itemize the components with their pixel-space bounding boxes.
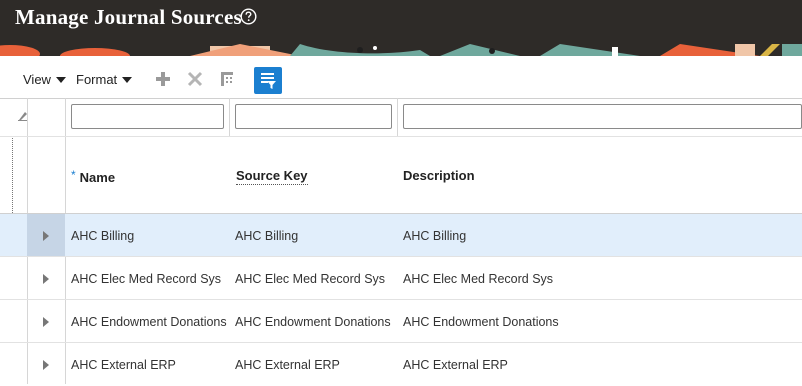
column-header-name[interactable]: * Name — [71, 168, 115, 185]
expand-row-icon[interactable] — [43, 360, 49, 370]
filter-row-divider — [0, 136, 802, 137]
cell-description: AHC Elec Med Record Sys — [403, 272, 554, 286]
description-filter-input[interactable] — [403, 104, 802, 129]
help-circle-icon[interactable] — [240, 8, 257, 25]
column-header-description[interactable]: Description — [403, 168, 475, 183]
cell-description: AHC Endowment Donations — [403, 315, 559, 329]
cell-source-key: AHC Endowment Donations — [235, 315, 391, 329]
cell-name: AHC External ERP — [71, 358, 176, 372]
clear-filter-icon[interactable] — [17, 110, 29, 122]
cell-name: AHC Elec Med Record Sys — [71, 272, 222, 286]
column-divider — [229, 98, 230, 136]
format-menu-label: Format — [76, 72, 118, 87]
query-by-example-icon — [261, 73, 276, 89]
view-menu-label: View — [23, 72, 51, 87]
delete-icon[interactable] — [186, 70, 204, 88]
expand-row-icon[interactable] — [43, 274, 49, 284]
table-top-border — [0, 98, 802, 99]
cell-source-key: AHC Elec Med Record Sys — [235, 272, 386, 286]
column-header-source-key[interactable]: Source Key — [236, 168, 308, 185]
decorative-banner — [0, 44, 802, 56]
table-row[interactable]: AHC Endowment Donations AHC Endowment Do… — [0, 300, 802, 343]
name-filter-input[interactable] — [71, 104, 224, 129]
format-menu[interactable]: Format — [76, 72, 133, 87]
cell-name: AHC Billing — [71, 229, 135, 243]
freeze-icon[interactable] — [218, 70, 236, 88]
chevron-down-icon — [122, 77, 133, 83]
journal-sources-table: * Name Source Key Description AHC Billing… — [0, 98, 802, 384]
page-title: Manage Journal Sources — [15, 5, 242, 29]
cell-source-key: AHC External ERP — [235, 358, 340, 372]
cell-description: AHC Billing — [403, 229, 467, 243]
column-divider — [397, 98, 398, 136]
view-menu[interactable]: View — [23, 72, 66, 87]
chevron-down-icon — [55, 77, 66, 83]
cell-name: AHC Endowment Donations — [71, 315, 227, 329]
table-row[interactable]: AHC Billing AHC Billing AHC Billing — [0, 214, 802, 257]
table-row[interactable]: AHC External ERP AHC External ERP AHC Ex… — [0, 343, 802, 386]
query-by-example-button[interactable] — [254, 67, 282, 94]
required-marker: * — [71, 168, 76, 182]
source-key-filter-input[interactable] — [235, 104, 392, 129]
column-resize-handle[interactable] — [12, 136, 13, 213]
page-header: Manage Journal Sources — [0, 0, 802, 44]
cell-source-key: AHC Billing — [235, 229, 299, 243]
table-toolbar: View Format — [0, 56, 802, 98]
expand-row-icon[interactable] — [43, 317, 49, 327]
add-icon[interactable] — [154, 70, 172, 88]
expand-row-icon[interactable] — [43, 231, 49, 241]
table-row[interactable]: AHC Elec Med Record Sys AHC Elec Med Rec… — [0, 257, 802, 300]
cell-description: AHC External ERP — [403, 358, 508, 372]
column-header-name-label: Name — [79, 170, 116, 185]
